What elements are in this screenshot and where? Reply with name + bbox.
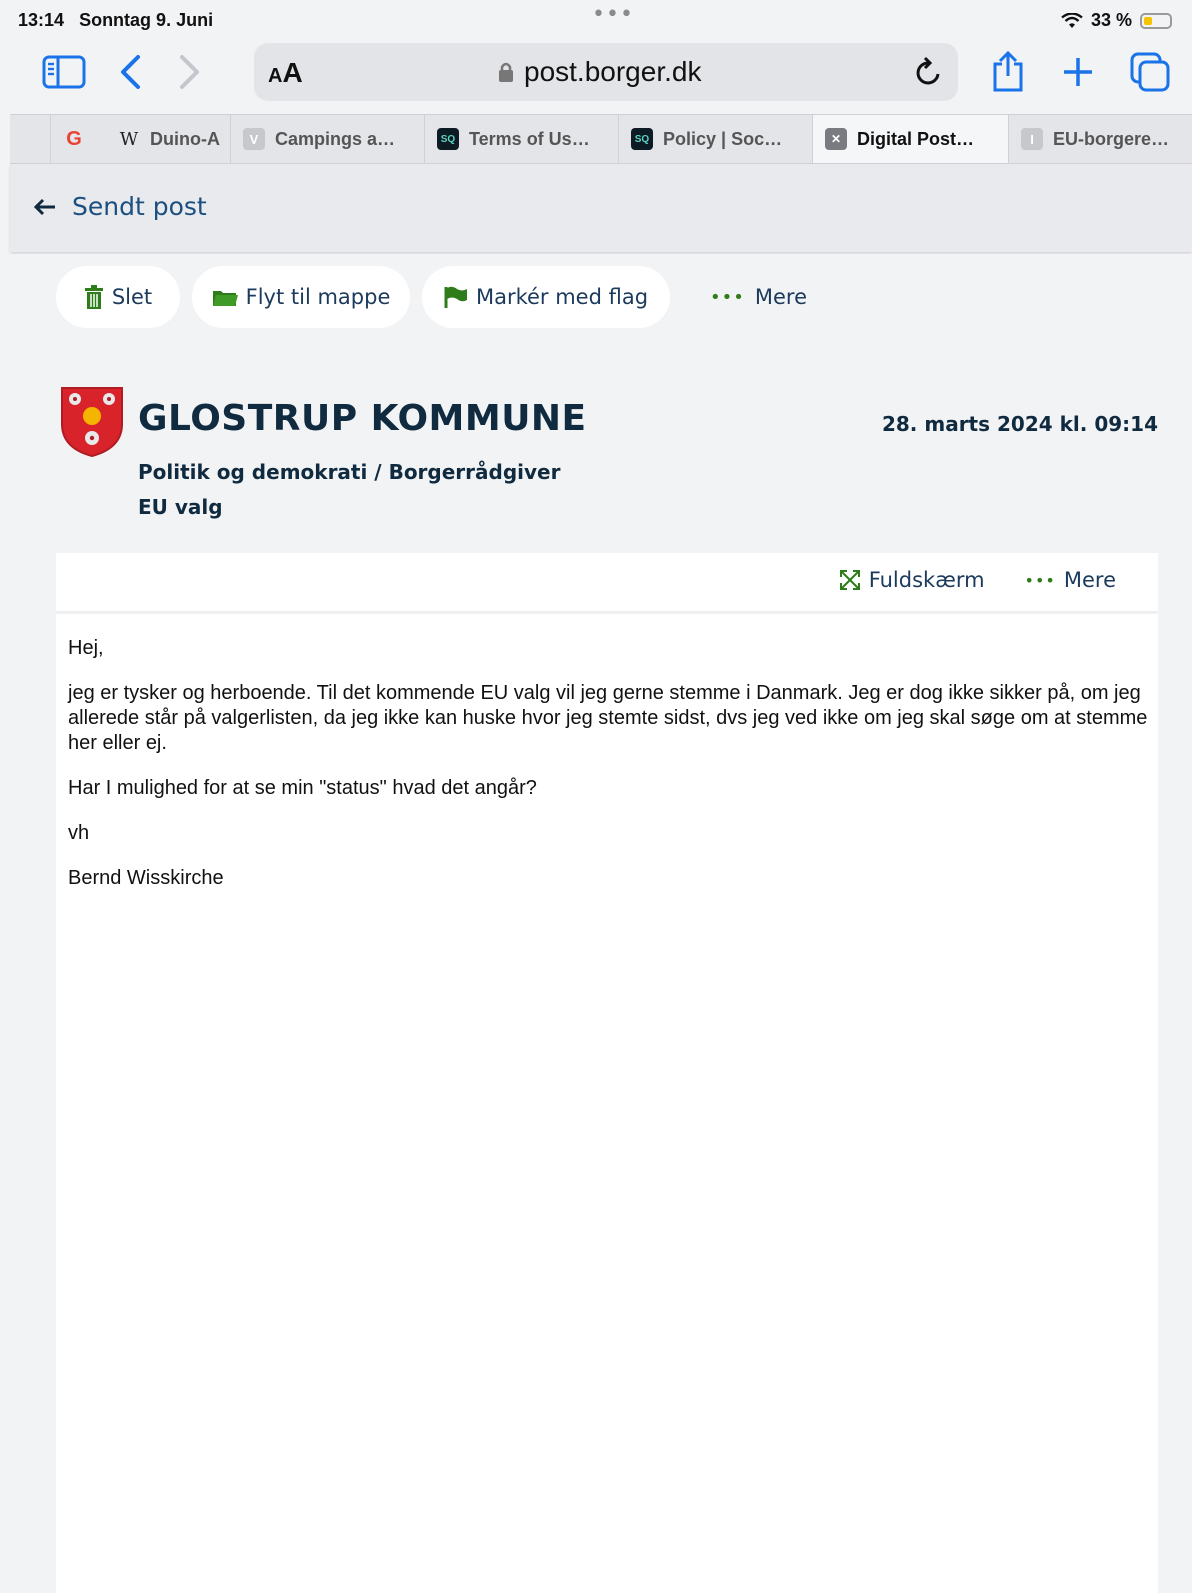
new-tab-icon[interactable] <box>1062 56 1094 88</box>
message-card-actions: Fuldskærm ••• Mere <box>839 568 1116 592</box>
message-paragraph: Bernd Wisskirche <box>68 867 224 889</box>
message-more-button[interactable]: ••• Mere <box>1025 568 1116 592</box>
wifi-icon <box>1061 12 1083 28</box>
sq-icon: SQ <box>631 128 653 150</box>
url-display[interactable]: post.borger.dk <box>498 56 701 88</box>
reload-icon[interactable] <box>914 56 944 88</box>
tab-terms[interactable]: SQ Terms of Us… <box>424 115 620 163</box>
status-right: 33 % <box>1061 10 1172 31</box>
tab-blank[interactable] <box>10 115 50 163</box>
expand-icon <box>839 570 860 590</box>
flag-label: Markér med flag <box>475 285 649 309</box>
clock: 13:14 <box>18 10 65 30</box>
sq-icon: SQ <box>437 128 459 150</box>
v-icon: V <box>243 128 265 150</box>
tab-eu-borgere[interactable]: I EU-borgere… <box>1008 115 1192 163</box>
status-date: Sonntag 9. Juni <box>79 10 214 30</box>
sidebar-toggle-icon[interactable] <box>42 55 86 89</box>
back-link[interactable]: Sendt post <box>34 192 207 221</box>
back-arrow-icon[interactable] <box>118 54 142 90</box>
message-more-label: Mere <box>1063 568 1116 592</box>
i-icon: I <box>1021 128 1043 150</box>
fullscreen-button[interactable]: Fuldskærm <box>839 568 985 592</box>
trash-icon <box>84 285 103 309</box>
tab-duino[interactable]: W Duino-A <box>106 115 240 163</box>
message-paragraph: vh <box>68 822 90 844</box>
message-paragraph: Hej, <box>68 637 104 659</box>
more-dots-icon: ••• <box>710 286 745 308</box>
close-tab-icon[interactable]: ✕ <box>825 128 847 150</box>
lock-icon <box>499 62 513 82</box>
reader-label-small: A <box>268 65 283 87</box>
reader-format-button[interactable]: AA <box>268 57 303 89</box>
tab-policy[interactable]: SQ Policy | Soc… <box>618 115 814 163</box>
sender-name: GLOSTRUP KOMMUNE <box>138 398 587 439</box>
battery-percent: 33 % <box>1090 10 1132 30</box>
fullscreen-label: Fuldskærm <box>868 568 985 592</box>
more-label: Mere <box>754 285 807 309</box>
tab-strip: G W Duino-A V Campings a… SQ Terms of Us… <box>10 114 1192 164</box>
share-icon[interactable] <box>990 50 1026 92</box>
move-label: Flyt til mappe <box>245 285 391 309</box>
glostrup-coat-of-arms-icon <box>61 387 123 458</box>
folder-icon <box>212 291 238 306</box>
tab-title: Terms of Us… <box>469 128 590 149</box>
reader-label-large: A <box>282 57 303 88</box>
message-date: 28. marts 2024 kl. 09:14 <box>881 412 1158 436</box>
wikipedia-icon: W <box>119 128 139 150</box>
arrow-left-icon <box>34 198 55 215</box>
tab-title: Campings a… <box>275 128 396 149</box>
flag-button[interactable]: Markér med flag <box>422 266 670 328</box>
url-text: post.borger.dk <box>524 56 702 87</box>
tab-title: Digital Post… <box>857 128 975 149</box>
forward-arrow-icon[interactable] <box>178 54 202 90</box>
google-icon: G <box>66 127 82 150</box>
delete-button[interactable]: Slet <box>56 266 180 328</box>
tab-campings[interactable]: V Campings a… <box>230 115 426 163</box>
tab-title: EU-borgere… <box>1053 128 1170 149</box>
message-paragraph: jeg er tysker og herboende. Til det komm… <box>68 682 1148 754</box>
message-category: Politik og demokrati / Borgerrådgiver <box>138 460 561 484</box>
tab-overview-icon[interactable] <box>1130 52 1172 92</box>
move-to-folder-button[interactable]: Flyt til mappe <box>192 266 410 328</box>
tab-digital-post[interactable]: ✕ Digital Post… <box>812 115 1008 163</box>
message-body: Hej, jeg er tysker og herboende. Til det… <box>68 636 1148 911</box>
tab-title: Policy | Soc… <box>663 128 783 149</box>
battery-icon <box>1140 12 1172 29</box>
more-dots-icon: ••• <box>1024 570 1056 590</box>
message-subject: EU valg <box>138 495 223 519</box>
flag-icon <box>444 286 467 308</box>
delete-label: Slet <box>111 285 153 309</box>
message-paragraph: Har I mulighed for at se min "status" hv… <box>68 777 537 799</box>
back-label: Sendt post <box>72 192 207 221</box>
multitasking-dots-icon[interactable]: ••• <box>592 2 634 27</box>
status-time: 13:14 Sonntag 9. Juni <box>18 10 213 31</box>
tab-title: Duino-A <box>150 128 220 149</box>
tab-google[interactable]: G <box>50 115 106 163</box>
more-actions-button[interactable]: ••• Mere <box>710 266 807 328</box>
